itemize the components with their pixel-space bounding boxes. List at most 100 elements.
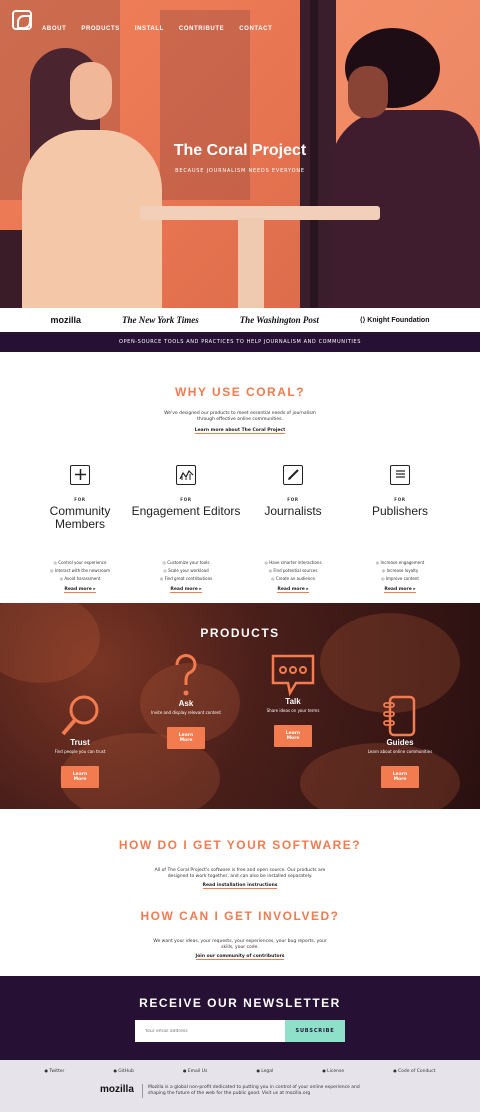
learn-more-button[interactable]: Learn More: [167, 727, 205, 749]
person-right: [348, 66, 388, 118]
read-more-link[interactable]: Read more ▸: [131, 587, 241, 593]
read-more-label: Read more ▸: [277, 587, 309, 593]
products-section: PRODUCTS Ask Invite and display relevant…: [0, 603, 480, 809]
install-instructions-label: Read installation instructions: [202, 883, 278, 889]
audience-journalists: FOR Journalists Have smarter interaction…: [238, 465, 348, 593]
benefit-item: Increase loyalty: [345, 567, 455, 575]
partner-knight-label: Knight Foundation: [367, 317, 430, 324]
footer-description: Mozilla is a global non-profit dedicated…: [148, 1085, 360, 1096]
read-more-label: Read more ▸: [384, 587, 416, 593]
question-icon: [175, 654, 197, 696]
leaf-pattern: [0, 603, 100, 683]
product-trust: Trust Find people you can trust Learn Mo…: [20, 694, 140, 788]
footer-link-email[interactable]: Email Us: [183, 1068, 208, 1074]
why-description: We've designed our products to meet esse…: [164, 411, 316, 422]
footer-link-license[interactable]: License: [322, 1068, 344, 1074]
read-more-label: Read more ▸: [170, 587, 202, 593]
audience-name: Journalists: [264, 504, 322, 518]
benefit-item: Find potential sources: [238, 567, 348, 575]
nav-about[interactable]: ABOUT: [42, 26, 66, 32]
chart-icon: [176, 465, 196, 485]
install-instructions-link[interactable]: Read installation instructions: [0, 883, 480, 889]
hero-banner: ABOUT PRODUCTS INSTALL CONTRIBUTE CONTAC…: [0, 0, 480, 308]
product-ask: Ask Invite and display relevant content …: [126, 651, 246, 749]
footer-mozilla-logo[interactable]: mozilla: [100, 1084, 134, 1095]
contributors-link-label: Join our community of contributors: [195, 954, 285, 960]
partner-knight[interactable]: ⟨⟩ Knight Foundation: [360, 316, 430, 324]
partner-mozilla[interactable]: mozilla: [50, 315, 81, 325]
magnifier-icon: [61, 695, 99, 736]
hero-title: The Coral Project: [173, 142, 307, 159]
audience-name: Engagement Editors: [131, 504, 241, 518]
read-more-label: Read more ▸: [64, 587, 96, 593]
why-title: WHY USE CORAL?: [174, 385, 306, 399]
product-description: Share ideas on your terms: [266, 708, 320, 713]
benefit-item: Increase engagement: [345, 559, 455, 567]
newsletter-section: RECEIVE OUR NEWSLETTER SUBSCRIBE: [0, 976, 480, 1060]
nav-contribute[interactable]: CONTRIBUTE: [179, 26, 224, 32]
footer-link-github[interactable]: GitHub: [114, 1068, 134, 1074]
coral-logo-icon[interactable]: [12, 10, 32, 30]
audience-name: Community Members: [49, 504, 111, 531]
nav-products[interactable]: PRODUCTS: [81, 26, 119, 32]
read-more-link[interactable]: Read more ▸: [238, 587, 348, 593]
newsletter-title: RECEIVE OUR NEWSLETTER: [139, 996, 341, 1010]
learn-more-button[interactable]: Learn More: [274, 725, 312, 747]
partner-wapo[interactable]: The Washington Post: [240, 315, 319, 325]
footer-link-legal[interactable]: Legal: [256, 1068, 273, 1074]
product-name: Ask: [178, 699, 194, 708]
product-description: Learn about online communities: [367, 749, 433, 754]
software-description: All of The Coral Project's software is f…: [154, 868, 326, 879]
audience-benefits: Increase engagement Increase loyalty Imp…: [345, 559, 455, 583]
table: [238, 218, 264, 308]
footer: Twitter GitHub Email Us Legal License Co…: [0, 1060, 480, 1112]
footer-link-code-of-conduct[interactable]: Code of Conduct: [393, 1068, 435, 1074]
product-description: Find people you can trust: [54, 749, 106, 754]
audience-for: FOR: [394, 497, 406, 502]
audience-publishers: FOR Publishers Increase engagement Incre…: [345, 465, 455, 593]
product-description: Invite and display relevant content: [151, 710, 221, 715]
read-more-link[interactable]: Read more ▸: [345, 587, 455, 593]
audience-for: FOR: [287, 497, 299, 502]
main-nav: ABOUT PRODUCTS INSTALL CONTRIBUTE CONTAC…: [42, 26, 287, 32]
audience-benefits: Have smarter interactions Find potential…: [238, 559, 348, 583]
nav-install[interactable]: INSTALL: [135, 26, 164, 32]
email-input[interactable]: [135, 1020, 285, 1042]
hero-subtitle: BECAUSE JOURNALISM NEEDS EVERYONE: [175, 168, 305, 174]
involved-description: We want your ideas, your requests, your …: [153, 939, 327, 950]
benefit-item: Control your experience: [25, 559, 135, 567]
product-guides: Guides Learn about online communities Le…: [340, 694, 460, 788]
tagline-bar: OPEN-SOURCE TOOLS AND PRACTICES TO HELP …: [0, 332, 480, 352]
product-name: Guides: [386, 738, 414, 747]
read-more-link[interactable]: Read more ▸: [25, 587, 135, 593]
notebook-icon: [383, 695, 416, 737]
footer-link-twitter[interactable]: Twitter: [45, 1068, 64, 1074]
speech-bubble-icon: [271, 654, 315, 697]
products-title: PRODUCTS: [200, 626, 280, 640]
product-talk: Talk Share ideas on your terms Learn Mor…: [233, 653, 353, 747]
learn-more-button[interactable]: Learn More: [61, 766, 99, 788]
audience-name: Publishers: [371, 504, 429, 518]
contributors-link[interactable]: Join our community of contributors: [0, 954, 480, 960]
partner-nyt[interactable]: The New York Times: [122, 315, 199, 325]
audience-for: FOR: [180, 497, 192, 502]
subscribe-button[interactable]: SUBSCRIBE: [285, 1020, 345, 1042]
audience-for: FOR: [74, 497, 86, 502]
benefit-item: Improve content: [345, 575, 455, 583]
footer-divider: [142, 1084, 143, 1098]
product-name: Talk: [285, 697, 301, 706]
partner-logos: mozilla The New York Times The Washingto…: [0, 308, 480, 332]
benefit-item: Interact with the newsroom: [25, 567, 135, 575]
benefit-item: Create an audience: [238, 575, 348, 583]
why-link[interactable]: Learn more about The Coral Project: [0, 428, 480, 434]
pen-icon: [283, 465, 303, 485]
involved-title: HOW CAN I GET INVOLVED?: [140, 909, 340, 923]
benefit-item: Avoid harassment: [25, 575, 135, 583]
footer-links: Twitter GitHub Email Us Legal License Co…: [0, 1068, 480, 1074]
why-link-label: Learn more about The Coral Project: [194, 428, 286, 434]
person-left: [70, 62, 112, 120]
audience-engagement-editors: FOR Engagement Editors Customize your to…: [131, 465, 241, 593]
learn-more-button[interactable]: Learn More: [381, 766, 419, 788]
nav-contact[interactable]: CONTACT: [239, 26, 272, 32]
product-name: Trust: [70, 738, 90, 747]
